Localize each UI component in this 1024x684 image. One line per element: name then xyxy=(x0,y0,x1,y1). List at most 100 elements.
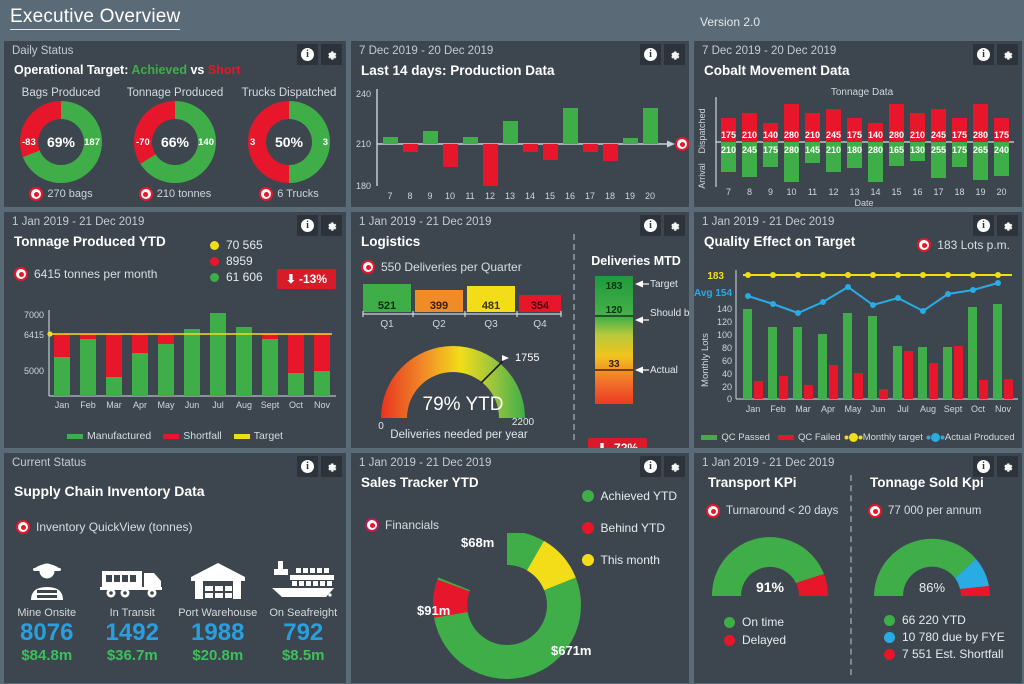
info-button[interactable]: i xyxy=(297,44,318,65)
svg-text:12: 12 xyxy=(828,187,838,197)
panel-icon-group: i xyxy=(973,456,1018,477)
svg-text:9: 9 xyxy=(427,191,432,201)
settings-button[interactable] xyxy=(997,215,1018,236)
svg-text:20: 20 xyxy=(645,191,655,201)
settings-button[interactable] xyxy=(664,215,685,236)
mtd-should-value: 120 xyxy=(606,305,623,316)
chart-legend: Manufactured Shortfall Target xyxy=(4,430,346,442)
legend-dot xyxy=(724,616,735,628)
op-target-achieved: Achieved xyxy=(131,63,187,77)
info-button[interactable]: i xyxy=(297,456,318,477)
legend-label: Shortfall xyxy=(183,430,222,442)
inventory-item-qty: 1492 xyxy=(105,619,159,646)
settings-button[interactable] xyxy=(321,456,342,477)
target-line-series xyxy=(743,272,1012,278)
gear-icon xyxy=(328,463,337,472)
production-bar-chart: 240 210 180 7 8 9 10 11 12 13 14 15 16 1… xyxy=(356,89,675,201)
gauge-footer: 270 bags xyxy=(4,187,118,201)
gear-icon xyxy=(1004,463,1013,472)
q3-label: Q3 xyxy=(484,319,498,330)
svg-text:210: 210 xyxy=(910,130,925,140)
inventory-item-label: Mine Onsite xyxy=(17,607,77,619)
svg-text:Aug: Aug xyxy=(920,404,936,414)
settings-button[interactable] xyxy=(321,215,342,236)
info-button[interactable]: i xyxy=(640,456,661,477)
kpi-item: 70 565 xyxy=(210,238,263,252)
op-target-vs: vs xyxy=(190,63,205,77)
gear-icon xyxy=(671,222,680,231)
target-icon xyxy=(14,267,28,281)
bars xyxy=(54,313,330,396)
svg-text:130: 130 xyxy=(910,145,925,155)
info-button[interactable]: i xyxy=(640,215,661,236)
inventory-item-money: $36.7m xyxy=(106,647,158,664)
info-icon: i xyxy=(977,219,990,232)
gauge-value: 91% xyxy=(756,579,785,595)
panel-cobalt-movement: 7 Dec 2019 - 20 Dec 2019 i Cobalt Moveme… xyxy=(693,40,1023,208)
info-button[interactable]: i xyxy=(973,215,994,236)
svg-text:140: 140 xyxy=(868,130,883,140)
q4-label: Q4 xyxy=(533,319,547,330)
donut-right-value: 187 xyxy=(84,137,100,148)
inventory-item-qty: 8076 xyxy=(20,619,74,646)
svg-text:17: 17 xyxy=(933,187,943,197)
tonnage-ytd-bar-chart: 7000 6415 5000 Jan Feb Mar Apr May Jun J… xyxy=(24,310,336,410)
gauge-value: 86% xyxy=(919,580,945,595)
label-yellow: $68m xyxy=(461,535,494,550)
svg-text:175: 175 xyxy=(994,130,1009,140)
legend-dot xyxy=(581,490,594,502)
info-icon: i xyxy=(644,460,657,473)
dashboard-header: Executive Overview Version 2.0 xyxy=(0,0,1024,40)
legend-label: Delayed xyxy=(742,633,787,647)
target-icon xyxy=(675,137,689,151)
ytick-210: 210 xyxy=(356,139,371,149)
tonnage-sold-kpi-block: Tonnage Sold Kpi 77 000 per annum 86% 66… xyxy=(858,475,1022,663)
svg-text:14: 14 xyxy=(525,191,535,201)
inventory-item-label: On Seafreight xyxy=(269,607,338,619)
q1-value: 521 xyxy=(378,300,396,312)
settings-button[interactable] xyxy=(997,44,1018,65)
yticks: 140 120 100 80 60 40 20 0 xyxy=(717,304,732,404)
svg-text:14: 14 xyxy=(870,187,880,197)
legend-dot xyxy=(930,432,940,442)
legend-item: Actual Produced xyxy=(930,432,1015,443)
panel-icon-group: i xyxy=(973,215,1018,236)
inventory-item-port-warehouse: Port Warehouse 1988 $20.8m xyxy=(175,559,261,664)
financials-icon xyxy=(365,518,379,532)
svg-text:Nov: Nov xyxy=(995,404,1012,414)
xticks: 7 8 9 10 11 12 13 14 15 16 17 18 19 20 xyxy=(726,187,1007,197)
info-button[interactable]: i xyxy=(297,215,318,236)
settings-button[interactable] xyxy=(997,456,1018,477)
q3-value: 481 xyxy=(482,300,500,312)
settings-button[interactable] xyxy=(321,44,342,65)
xticks: Jan Feb Mar Apr May Jun Jul Aug Sept Oct Nov xyxy=(746,404,1012,414)
panel-title: Quality Effect on Target xyxy=(704,234,856,249)
svg-text:13: 13 xyxy=(505,191,515,201)
svg-text:265: 265 xyxy=(973,145,988,155)
donut-left-value: -83 xyxy=(22,137,36,148)
legend-item: QC Failed xyxy=(777,432,841,443)
legend-label: Manufactured xyxy=(87,430,152,442)
inventory-item-money: $20.8m xyxy=(192,647,244,664)
info-button[interactable]: i xyxy=(973,44,994,65)
panel-icon-group: i xyxy=(640,456,685,477)
panel-tonnage-produced-ytd: 1 Jan 2019 - 21 Dec 2019 i Tonnage Produ… xyxy=(3,211,347,449)
gauge-needle-label: 1755 xyxy=(515,352,539,364)
settings-button[interactable] xyxy=(664,44,685,65)
target-icon xyxy=(138,187,153,201)
transport-kpi-title: Transport KPi xyxy=(708,475,797,490)
target-row: 550 Deliveries per Quarter xyxy=(361,260,522,274)
variance-value: -13% xyxy=(298,272,327,286)
legend-label: Target xyxy=(253,430,283,442)
panel-subtitle: 1 Jan 2019 - 21 Dec 2019 xyxy=(359,457,492,469)
legend-label: 10 780 due by FYE xyxy=(902,630,1005,644)
legend-label: 66 220 YTD xyxy=(902,613,966,627)
settings-button[interactable] xyxy=(664,456,685,477)
info-button[interactable]: i xyxy=(640,44,661,65)
legend-item: 7 551 Est. Shortfall xyxy=(884,647,1022,661)
info-button[interactable]: i xyxy=(973,456,994,477)
donut-center-value: 50% xyxy=(266,119,312,165)
panel-title: Supply Chain Inventory Data xyxy=(14,483,205,499)
tonnage-kpi-title: Tonnage Sold Kpi xyxy=(870,475,984,490)
panel-icon-group: i xyxy=(297,456,342,477)
